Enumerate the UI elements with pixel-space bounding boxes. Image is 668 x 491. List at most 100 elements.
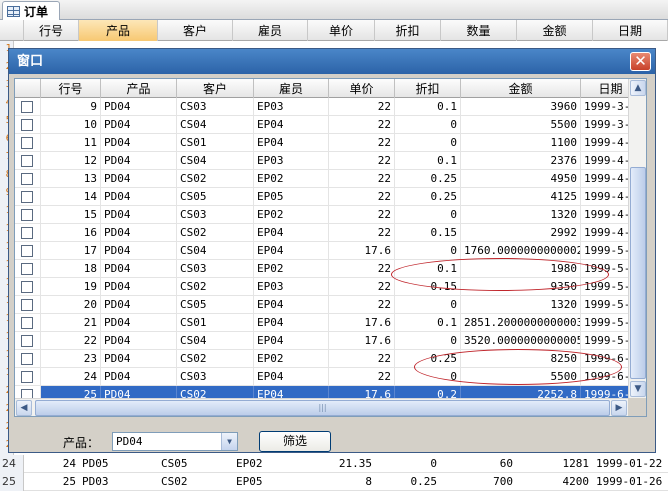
background-col-header[interactable]: 折扣 <box>375 20 441 41</box>
product-cell: PD04 <box>101 224 177 242</box>
background-table-row[interactable]: 25 25 PD03 CS02 EP05 8 0.25 700 4200 199… <box>0 473 668 491</box>
product-cell: PD04 <box>101 98 177 116</box>
table-row[interactable]: 23 PD04 CS02 EP02 22 0.25 8250 1999-6-2 <box>15 350 641 368</box>
background-col-header[interactable]: 数量 <box>441 20 517 41</box>
row-checkbox[interactable] <box>21 101 33 113</box>
grid-col-header[interactable]: 产品 <box>101 79 177 98</box>
scroll-up-icon[interactable]: ▲ <box>630 80 646 96</box>
scroll-left-icon[interactable]: ◀ <box>16 400 32 416</box>
close-icon[interactable]: ✕ <box>630 52 651 71</box>
row-checkbox[interactable] <box>21 353 33 365</box>
row-number-cell: 18 <box>41 260 101 278</box>
table-row[interactable]: 18 PD04 CS03 EP02 22 0.1 1980 1999-5-1 <box>15 260 641 278</box>
horizontal-scroll-thumb[interactable]: ||| <box>35 400 610 416</box>
table-row[interactable]: 24 PD04 CS03 EP04 22 0 5500 1999-6-1 <box>15 368 641 386</box>
row-checkbox[interactable] <box>21 173 33 185</box>
scroll-down-icon[interactable]: ▼ <box>630 381 646 397</box>
background-col-header[interactable]: 单价 <box>308 20 375 41</box>
vertical-scroll-thumb[interactable] <box>630 167 646 379</box>
filter-button[interactable]: 筛选 <box>259 431 331 452</box>
table-row[interactable]: 11 PD04 CS01 EP04 22 0 1100 1999-4-5 <box>15 134 641 152</box>
grid-col-header[interactable]: 单价 <box>329 79 395 98</box>
customer-cell: CS02 <box>177 170 254 188</box>
grid-col-header[interactable]: 金额 <box>461 79 581 98</box>
table-row[interactable]: 22 PD04 CS04 EP04 17.6 0 3520.0000000000005 199… <box>15 332 641 350</box>
row-checkbox[interactable] <box>21 371 33 383</box>
scroll-right-icon[interactable]: ▶ <box>611 400 627 416</box>
product-cell: PD04 <box>101 314 177 332</box>
table-row[interactable]: 19 PD04 CS02 EP03 22 0.15 9350 1999-5-1 <box>15 278 641 296</box>
dialog-titlebar[interactable]: 窗口 ✕ <box>9 49 655 74</box>
grid-col-header[interactable]: 雇员 <box>254 79 329 98</box>
discount-cell: 0.1 <box>395 314 461 332</box>
table-row[interactable]: 17 PD04 CS04 EP04 17.6 0 1760.0000000000002 199… <box>15 242 641 260</box>
price-cell: 22 <box>329 170 395 188</box>
table-row[interactable]: 9 PD04 CS03 EP03 22 0.1 3960 1999-3-1 <box>15 98 641 116</box>
amount-cell: 1320 <box>461 296 581 314</box>
background-col-header-highlighted[interactable]: 产品 <box>79 20 158 41</box>
table-row[interactable]: 10 PD04 CS04 EP04 22 0 5500 1999-3-2 <box>15 116 641 134</box>
row-checkbox[interactable] <box>21 191 33 203</box>
horizontal-scrollbar[interactable]: ◀ ||| ▶ <box>15 398 628 416</box>
sheet-tab-orders[interactable]: 订单 <box>2 1 60 20</box>
cell: 1999-01-22 <box>596 457 663 470</box>
row-checkbox[interactable] <box>21 335 33 347</box>
row-checkbox[interactable] <box>21 227 33 239</box>
table-row[interactable]: 20 PD04 CS05 EP04 22 0 1320 1999-5-2 <box>15 296 641 314</box>
product-cell: PD04 <box>101 242 177 260</box>
grid-col-header[interactable]: 行号 <box>41 79 101 98</box>
price-cell: 17.6 <box>329 332 395 350</box>
row-checkbox[interactable] <box>21 137 33 149</box>
price-cell: 22 <box>329 134 395 152</box>
background-col-header[interactable]: 行号 <box>24 20 79 41</box>
price-cell: 22 <box>329 350 395 368</box>
select-column-header <box>15 79 41 98</box>
table-row[interactable]: 21 PD04 CS01 EP04 17.6 0.1 2851.2000000000003 1… <box>15 314 641 332</box>
row-header: 25 <box>0 473 24 491</box>
background-col-header[interactable]: 金额 <box>517 20 593 41</box>
cell: CS02 <box>161 475 188 488</box>
table-row[interactable]: 15 PD04 CS03 EP02 22 0 1320 1999-4-2 <box>15 206 641 224</box>
table-row[interactable]: 16 PD04 CS02 EP04 22 0.15 2992 1999-4-2 <box>15 224 641 242</box>
row-checkbox[interactable] <box>21 119 33 131</box>
customer-cell: CS05 <box>177 188 254 206</box>
grid-col-header[interactable]: 折扣 <box>395 79 461 98</box>
row-checkbox[interactable] <box>21 245 33 257</box>
row-select-cell <box>15 98 41 116</box>
table-row[interactable]: 14 PD04 CS05 EP05 22 0.25 4125 1999-4-2 <box>15 188 641 206</box>
product-cell: PD04 <box>101 260 177 278</box>
product-cell: PD04 <box>101 278 177 296</box>
product-cell: PD04 <box>101 188 177 206</box>
table-row[interactable]: 12 PD04 CS04 EP03 22 0.1 2376 1999-4-1 <box>15 152 641 170</box>
product-filter-label: 产品： <box>63 436 100 450</box>
row-checkbox[interactable] <box>21 281 33 293</box>
product-cell: PD04 <box>101 350 177 368</box>
customer-cell: CS02 <box>177 224 254 242</box>
product-filter-combobox[interactable]: PD04 ▼ <box>112 432 238 451</box>
row-number-cell: 10 <box>41 116 101 134</box>
customer-cell: CS04 <box>177 242 254 260</box>
cell: PD03 <box>82 475 109 488</box>
amount-cell: 2376 <box>461 152 581 170</box>
background-col-header[interactable]: 雇员 <box>233 20 308 41</box>
background-table-row[interactable]: 24 24 PD05 CS05 EP02 21.35 0 60 1281 199… <box>0 455 668 473</box>
grid-col-header[interactable]: 客户 <box>177 79 254 98</box>
row-checkbox[interactable] <box>21 317 33 329</box>
background-col-header[interactable]: 客户 <box>158 20 233 41</box>
row-checkbox[interactable] <box>21 263 33 275</box>
background-col-header[interactable]: 日期 <box>593 20 668 41</box>
product-filter-value: PD04 <box>116 435 143 448</box>
employee-cell: EP04 <box>254 332 329 350</box>
sheet-tabstrip: 订单 <box>0 0 668 20</box>
row-number-cell: 14 <box>41 188 101 206</box>
employee-cell: EP02 <box>254 206 329 224</box>
row-select-cell <box>15 350 41 368</box>
table-row[interactable]: 13 PD04 CS02 EP02 22 0.25 4950 1999-4-1 <box>15 170 641 188</box>
vertical-scrollbar[interactable]: ▲ ▼ <box>628 79 646 398</box>
amount-cell: 9350 <box>461 278 581 296</box>
dropdown-arrow-icon[interactable]: ▼ <box>221 433 237 450</box>
row-checkbox[interactable] <box>21 209 33 221</box>
customer-cell: CS02 <box>177 278 254 296</box>
row-checkbox[interactable] <box>21 155 33 167</box>
row-checkbox[interactable] <box>21 299 33 311</box>
